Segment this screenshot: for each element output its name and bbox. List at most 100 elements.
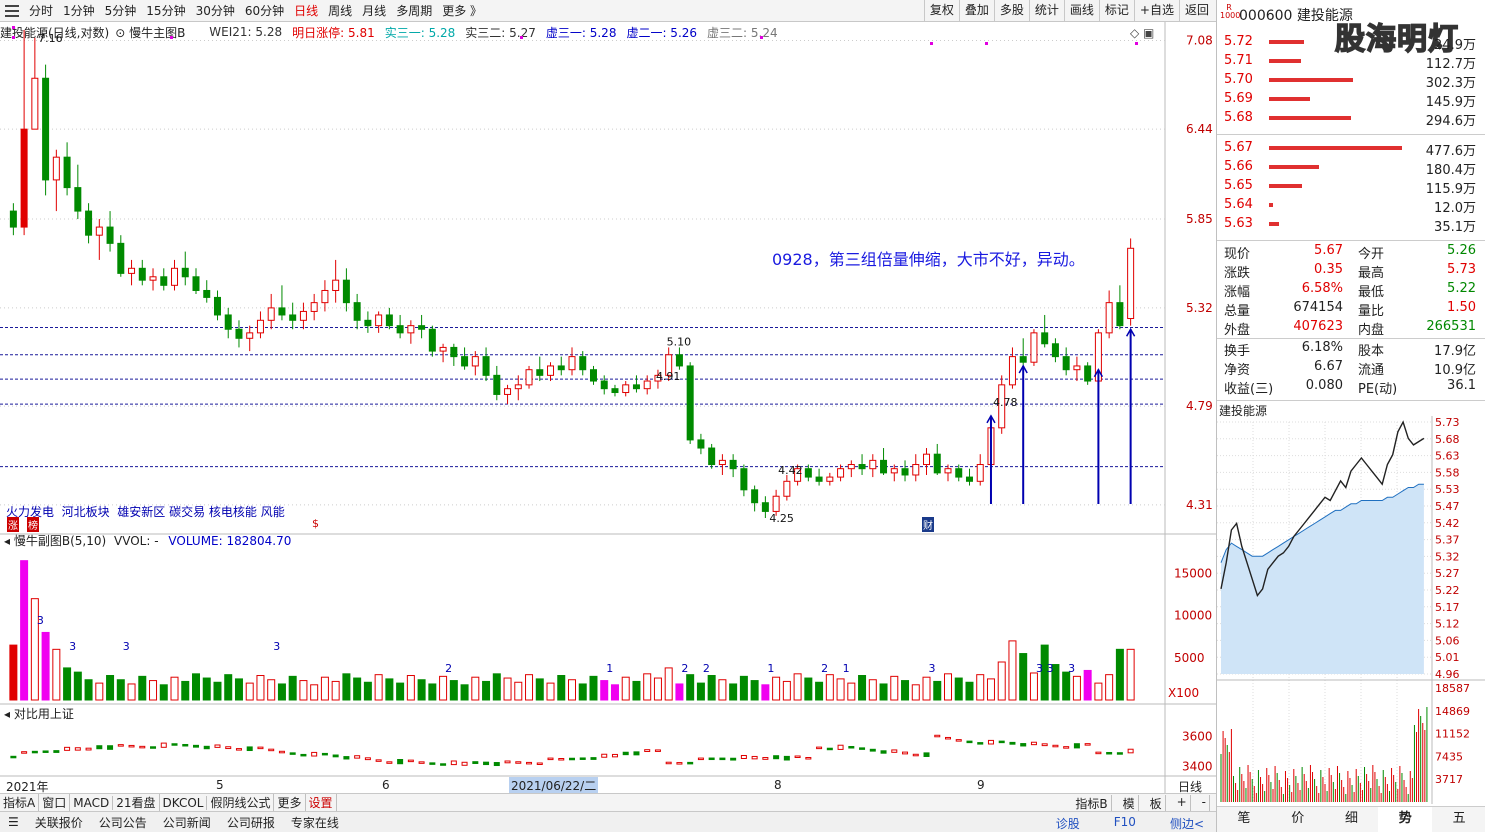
candle xyxy=(31,37,39,130)
candle-body xyxy=(396,325,404,334)
kline-chart[interactable]: 7.08 6.44 5.85 5.32 4.79 4.31 7.16 4.25 5.10 4.91… xyxy=(0,22,1216,794)
bottom-menu-icon[interactable]: ☰ xyxy=(0,815,27,829)
mini-price-label: 5.73 xyxy=(1435,416,1460,429)
volume-bar xyxy=(1126,648,1135,701)
volume-bar xyxy=(406,675,415,701)
toolbar-button-4[interactable]: 画线 xyxy=(1063,0,1099,21)
volume-mark: 3 xyxy=(929,662,936,675)
vol-indicator[interactable]: 慢牛副图B(5,10) xyxy=(14,534,106,548)
mini-tab-0[interactable]: 笔 xyxy=(1217,807,1271,832)
period-tab-1[interactable]: 1分钟 xyxy=(58,0,100,22)
bottom-right-2[interactable]: 侧边< xyxy=(1162,815,1212,832)
bottom-link-2[interactable]: 公司新闻 xyxy=(155,814,219,831)
indicator-tab-2[interactable]: MACD xyxy=(70,795,114,810)
volume-bar xyxy=(256,675,265,701)
index-candle xyxy=(869,748,876,752)
badge-s[interactable]: $ xyxy=(312,517,319,530)
period-tab-8[interactable]: 月线 xyxy=(357,0,391,22)
period-tab-5[interactable]: 60分钟 xyxy=(240,0,289,22)
candle xyxy=(504,384,512,405)
mini-tab-4[interactable]: 五 xyxy=(1432,807,1485,832)
tabbar-right-2[interactable]: 板 xyxy=(1147,795,1166,812)
badge-zhang[interactable]: 涨 xyxy=(7,517,19,532)
period-tab-3[interactable]: 15分钟 xyxy=(141,0,190,22)
order-volume-bar xyxy=(1269,40,1304,44)
candle-body xyxy=(203,289,211,298)
bottom-link-1[interactable]: 公司公告 xyxy=(91,814,155,831)
bottom-right-1[interactable]: F10 xyxy=(1106,815,1144,832)
indicator-tab-4[interactable]: DKCOL xyxy=(160,795,208,810)
volume-mark: 1 xyxy=(767,662,774,675)
indicator-tab-5[interactable]: 假阴线公式 xyxy=(207,794,275,811)
badge-cai[interactable]: 财 xyxy=(922,517,934,532)
candle xyxy=(815,468,823,486)
bottom-link-0[interactable]: 关联报价 xyxy=(27,814,91,831)
quote-value: 5.73 xyxy=(1447,262,1476,277)
indicator-tab-6[interactable]: 更多 xyxy=(274,794,306,811)
toolbar-button-2[interactable]: 多股 xyxy=(993,0,1029,21)
collapse-icon[interactable]: ◂ xyxy=(4,707,10,721)
toolbar-button-1[interactable]: 叠加 xyxy=(958,0,994,21)
mini-price-label: 5.12 xyxy=(1435,618,1460,631)
index-candle xyxy=(773,755,780,760)
vol-axis-label: 5000 xyxy=(1174,651,1205,665)
mini-tab-3[interactable]: 势 xyxy=(1378,807,1433,832)
period-tab-2[interactable]: 5分钟 xyxy=(100,0,142,22)
index-candle xyxy=(429,762,436,765)
candle-body xyxy=(1041,332,1049,345)
order-volume-bar xyxy=(1269,203,1273,207)
volume-bar xyxy=(621,676,630,701)
menu-icon[interactable] xyxy=(5,4,19,17)
cmp-indicator[interactable]: 对比用上证 xyxy=(14,707,74,721)
indicator-tab-3[interactable]: 21看盘 xyxy=(113,794,160,811)
intraday-mini-chart[interactable]: 5.73 5.68 5.63 5.58 5.53 5.47 5.42 5.37 5.32 5.27… xyxy=(1217,416,1485,804)
period-tab-6[interactable]: 日线 xyxy=(289,0,323,22)
mini-tab-1[interactable]: 价 xyxy=(1271,807,1325,832)
toolbar-button-6[interactable]: +自选 xyxy=(1133,0,1179,21)
bottom-link-4[interactable]: 专家在线 xyxy=(283,814,347,831)
index-candle xyxy=(321,752,328,756)
collapse-icon[interactable]: ◂ xyxy=(4,534,10,548)
candle-body xyxy=(289,314,297,321)
toolbar-button-3[interactable]: 统计 xyxy=(1028,0,1064,21)
indicator-tab-7[interactable]: 设置 xyxy=(306,794,337,811)
label-478: 4.78 xyxy=(993,396,1018,409)
volume-bar xyxy=(138,675,147,701)
period-tab-0[interactable]: 分时 xyxy=(24,0,58,22)
index-candle xyxy=(278,750,285,754)
bottom-link-3[interactable]: 公司研报 xyxy=(219,814,283,831)
period-tab-9[interactable]: 多周期 xyxy=(391,0,437,22)
volume-bar xyxy=(965,681,974,701)
candle xyxy=(278,285,286,321)
badge-bang[interactable]: 榜 xyxy=(27,517,39,532)
indicator-tab-0[interactable]: 指标A xyxy=(0,794,40,811)
volume-bar xyxy=(836,678,845,701)
period-toolbar: 分时 1分钟 5分钟 15分钟 30分钟 60分钟 日线 周线 月线 多周期 更多 》 复权 叠加 多股… xyxy=(0,0,1216,22)
quote-row-4: 外盘 407623 内盘 266531 xyxy=(1217,319,1485,338)
cmp-pane-title: ◂ 对比用上证 xyxy=(4,705,74,722)
period-tab-10[interactable]: 更多 》 xyxy=(437,0,487,22)
toolbar-button-0[interactable]: 复权 xyxy=(923,0,959,21)
tabbar-right-3[interactable]: + xyxy=(1174,795,1191,812)
indicator-tab-1[interactable]: 窗口 xyxy=(39,794,71,811)
toolbar-button-5[interactable]: 标记 xyxy=(1098,0,1134,21)
index-candle xyxy=(300,753,307,757)
stat-row-2: 收益(三) 0.080 PE(动) 36.1 xyxy=(1217,378,1485,397)
tabbar-right-0[interactable]: 指标B xyxy=(1072,795,1112,812)
mini-price-label: 5.53 xyxy=(1435,483,1460,496)
tabbar-right-4[interactable]: - xyxy=(1199,795,1210,812)
period-tab-4[interactable]: 30分钟 xyxy=(191,0,240,22)
candle-body xyxy=(192,276,200,291)
candle xyxy=(1116,285,1124,330)
index-candle xyxy=(762,757,769,760)
concept-tags[interactable]: 火力发电 河北板块 雄安新区 碳交易 核电核能 风能 xyxy=(6,503,285,520)
tabbar-right-1[interactable]: 模 xyxy=(1120,795,1139,812)
mini-tab-2[interactable]: 细 xyxy=(1325,807,1379,832)
candle xyxy=(976,454,984,486)
bottom-right-0[interactable]: 诊股 xyxy=(1048,815,1088,832)
volume-bar xyxy=(353,677,362,701)
candle xyxy=(622,381,630,397)
period-tab-7[interactable]: 周线 xyxy=(323,0,357,22)
toolbar-button-7[interactable]: 返回 xyxy=(1178,0,1214,21)
index-candle xyxy=(611,753,618,758)
